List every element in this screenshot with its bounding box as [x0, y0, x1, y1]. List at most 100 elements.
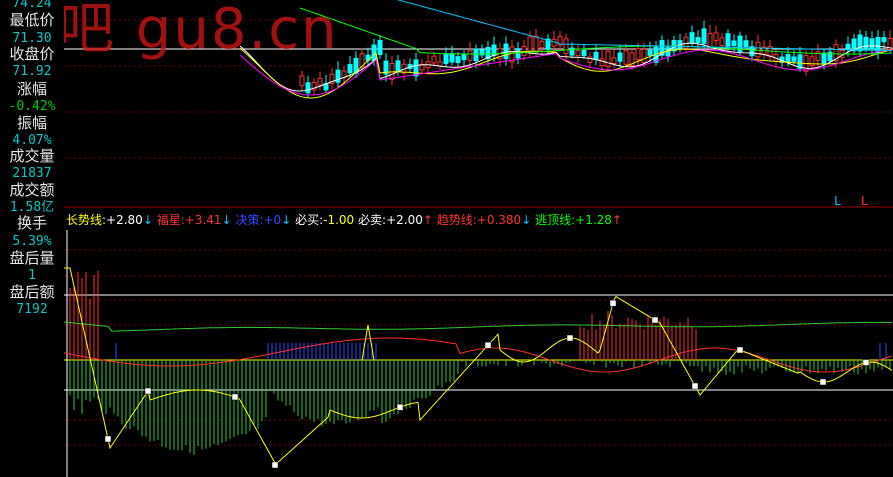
sidebar-value-after-volume: 1	[28, 268, 36, 283]
candlestick	[431, 55, 437, 64]
legend-value-qushi: +0.380	[476, 213, 522, 227]
candlestick	[647, 49, 653, 56]
ma60-line	[396, 0, 892, 52]
candlestick	[587, 56, 593, 63]
legend-value-changshi: +2.80	[106, 213, 143, 227]
signal-marker	[862, 359, 870, 366]
candlestick	[599, 58, 605, 67]
candlestick	[857, 34, 863, 52]
candlestick	[533, 35, 539, 53]
candlestick	[575, 50, 581, 56]
legend-arrow-qushi: ↓	[521, 213, 532, 227]
legend-value-bimai-sell: +2.00	[386, 213, 423, 227]
candlestick	[725, 33, 731, 47]
candlestick	[473, 48, 479, 62]
signal-marker	[651, 316, 659, 324]
sidebar-label-close: 收盘价	[9, 45, 55, 63]
candlestick	[755, 41, 761, 58]
candlestick	[713, 32, 719, 42]
candlestick	[449, 53, 455, 63]
sidebar-label-turnover-rate: 换手	[16, 214, 47, 232]
marker-l-red: L	[861, 194, 869, 208]
sidebar-value-turnover-rate: 5.39%	[12, 234, 52, 249]
candlestick	[299, 75, 305, 87]
legend-arrow-changshi: ↓	[142, 213, 153, 227]
candlestick	[467, 50, 473, 61]
sidebar-label-change: 涨幅	[16, 80, 47, 98]
legend-value-fuxing: +3.41	[184, 213, 222, 227]
candlestick	[719, 37, 725, 47]
candlestick	[461, 53, 467, 61]
legend-arrow-juece: ↓	[281, 213, 292, 227]
legend-arrow-taoding: ↑	[611, 213, 622, 227]
legend-name-changshi: 长势线:	[66, 213, 107, 227]
candlestick	[317, 77, 323, 86]
sidebar-value-low: 71.30	[12, 31, 52, 46]
candlestick	[791, 56, 797, 62]
signal-marker	[396, 403, 404, 411]
candlestick	[869, 38, 875, 50]
candlestick	[785, 54, 791, 63]
sidebar-label-volume: 成交量	[9, 147, 55, 165]
sidebar-value-change: -0.42%	[8, 99, 56, 114]
candlestick	[743, 40, 749, 48]
sidebar-value-amplitude: 4.07%	[12, 133, 52, 148]
candlestick	[455, 56, 461, 64]
legend-name-taoding: 逃顶线:	[535, 213, 576, 227]
candlestick	[641, 48, 647, 63]
legend-name-juece: 决策:	[235, 213, 264, 227]
candlestick	[689, 32, 695, 43]
candlestick	[881, 36, 887, 43]
sidebar-label-amplitude: 振幅	[16, 114, 47, 132]
legend-value-bimai: -1.00	[323, 213, 355, 227]
legend-name-bimai: 必买:	[295, 213, 324, 227]
quote-sidebar: 74.24 最低价 71.30 收盘价 71.92 涨幅 -0.42% 振幅 4…	[0, 0, 64, 477]
candlestick	[503, 43, 509, 60]
candlestick	[395, 60, 401, 73]
candlestick	[695, 37, 701, 44]
signal-marker	[736, 346, 744, 354]
sidebar-label-after-amount: 盘后额	[9, 283, 55, 301]
sidebar-value-volume: 21837	[12, 166, 52, 181]
signal-marker	[609, 299, 617, 307]
sidebar-label-turnover-amount: 成交额	[9, 181, 55, 199]
sidebar-label-low: 最低价	[9, 11, 55, 29]
candlestick	[305, 82, 311, 94]
candlestick	[539, 40, 545, 49]
candlestick	[821, 52, 827, 65]
candlestick	[377, 39, 383, 56]
signal-marker	[104, 435, 112, 443]
candlestick	[707, 32, 713, 49]
candlestick	[593, 51, 599, 61]
legend-name-bimai-sell: 必卖:	[358, 213, 387, 227]
candlestick	[701, 28, 707, 44]
escape-line	[63, 321, 893, 332]
candlestick	[347, 64, 353, 74]
candlestick	[617, 52, 623, 62]
candlestick	[845, 43, 851, 50]
stock-chart[interactable]	[0, 0, 893, 477]
legend-arrow-fuxing: ↓	[221, 213, 232, 227]
marker-l-blue: L	[834, 194, 842, 208]
candlestick	[611, 57, 617, 65]
legend-name-fuxing: 福星:	[156, 213, 185, 227]
indicator-legend: 长势线:+2.80↓ 福星:+3.41↓ 决策:+0↓ 必买:-1.00 必卖:…	[66, 213, 622, 228]
legend-name-qushi: 趋势线:	[436, 213, 477, 227]
signal-marker	[484, 341, 492, 349]
candlestick	[521, 46, 527, 56]
candlestick	[797, 54, 803, 69]
candlestick	[581, 49, 587, 57]
sidebar-value-after-amount: 7192	[16, 302, 48, 317]
signal-marker	[271, 461, 279, 469]
candlestick	[623, 50, 629, 65]
legend-arrow-bimai-sell: ↑	[422, 213, 433, 227]
candlestick	[443, 53, 449, 65]
candlestick	[563, 38, 569, 55]
sidebar-value-top: 74.24	[12, 0, 52, 11]
signal-marker	[819, 378, 827, 386]
candlestick	[605, 50, 611, 68]
sidebar-value-turnover-amount: 1.58亿	[9, 200, 55, 215]
legend-value-taoding: +1.28	[575, 213, 612, 227]
legend-value-juece: +0	[263, 213, 282, 227]
signal-marker	[691, 382, 699, 390]
